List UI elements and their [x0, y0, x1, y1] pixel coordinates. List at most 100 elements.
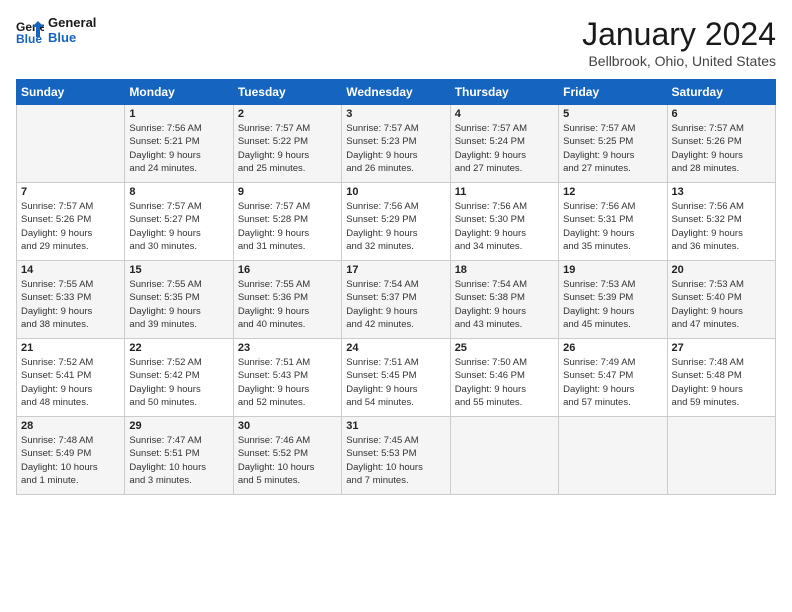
calendar-week-row: 14 Sunrise: 7:55 AM Sunset: 5:33 PM Dayli… — [17, 261, 776, 339]
calendar-cell — [667, 417, 775, 495]
day-detail: Sunrise: 7:55 AM Sunset: 5:35 PM Dayligh… — [129, 278, 228, 331]
calendar-cell: 11 Sunrise: 7:56 AM Sunset: 5:30 PM Dayli… — [450, 183, 558, 261]
day-detail: Sunrise: 7:57 AM Sunset: 5:25 PM Dayligh… — [563, 122, 662, 175]
day-detail: Sunrise: 7:52 AM Sunset: 5:42 PM Dayligh… — [129, 356, 228, 409]
day-number: 4 — [455, 108, 554, 120]
day-detail: Sunrise: 7:56 AM Sunset: 5:30 PM Dayligh… — [455, 200, 554, 253]
page-container: General Blue General Blue January 2024 B… — [0, 0, 792, 612]
day-number: 3 — [346, 108, 445, 120]
calendar-cell: 9 Sunrise: 7:57 AM Sunset: 5:28 PM Daylig… — [233, 183, 341, 261]
calendar-cell: 28 Sunrise: 7:48 AM Sunset: 5:49 PM Dayli… — [17, 417, 125, 495]
day-detail: Sunrise: 7:52 AM Sunset: 5:41 PM Dayligh… — [21, 356, 120, 409]
calendar-table: SundayMondayTuesdayWednesdayThursdayFrid… — [16, 79, 776, 495]
calendar-cell: 19 Sunrise: 7:53 AM Sunset: 5:39 PM Dayli… — [559, 261, 667, 339]
calendar-cell: 21 Sunrise: 7:52 AM Sunset: 5:41 PM Dayli… — [17, 339, 125, 417]
calendar-cell: 16 Sunrise: 7:55 AM Sunset: 5:36 PM Dayli… — [233, 261, 341, 339]
calendar-cell: 30 Sunrise: 7:46 AM Sunset: 5:52 PM Dayli… — [233, 417, 341, 495]
day-detail: Sunrise: 7:57 AM Sunset: 5:22 PM Dayligh… — [238, 122, 337, 175]
calendar-cell: 8 Sunrise: 7:57 AM Sunset: 5:27 PM Daylig… — [125, 183, 233, 261]
day-detail: Sunrise: 7:47 AM Sunset: 5:51 PM Dayligh… — [129, 434, 228, 487]
day-detail: Sunrise: 7:57 AM Sunset: 5:27 PM Dayligh… — [129, 200, 228, 253]
calendar-cell: 4Sunrise: 7:57 AM Sunset: 5:24 PM Daylig… — [450, 105, 558, 183]
day-number: 28 — [21, 420, 120, 432]
calendar-cell: 27 Sunrise: 7:48 AM Sunset: 5:48 PM Dayli… — [667, 339, 775, 417]
month-title: January 2024 — [582, 16, 776, 53]
day-detail: Sunrise: 7:54 AM Sunset: 5:37 PM Dayligh… — [346, 278, 445, 331]
day-number: 16 — [238, 264, 337, 276]
calendar-cell: 7Sunrise: 7:57 AM Sunset: 5:26 PM Daylig… — [17, 183, 125, 261]
calendar-cell: 14 Sunrise: 7:55 AM Sunset: 5:33 PM Dayli… — [17, 261, 125, 339]
day-detail: Sunrise: 7:46 AM Sunset: 5:52 PM Dayligh… — [238, 434, 337, 487]
calendar-cell: 25 Sunrise: 7:50 AM Sunset: 5:46 PM Dayli… — [450, 339, 558, 417]
day-number: 12 — [563, 186, 662, 198]
day-number: 18 — [455, 264, 554, 276]
calendar-cell: 20Sunrise: 7:53 AM Sunset: 5:40 PM Dayli… — [667, 261, 775, 339]
calendar-week-row: 21 Sunrise: 7:52 AM Sunset: 5:41 PM Dayli… — [17, 339, 776, 417]
calendar-cell: 24Sunrise: 7:51 AM Sunset: 5:45 PM Dayli… — [342, 339, 450, 417]
day-detail: Sunrise: 7:54 AM Sunset: 5:38 PM Dayligh… — [455, 278, 554, 331]
day-detail: Sunrise: 7:50 AM Sunset: 5:46 PM Dayligh… — [455, 356, 554, 409]
day-detail: Sunrise: 7:57 AM Sunset: 5:26 PM Dayligh… — [21, 200, 120, 253]
day-number: 5 — [563, 108, 662, 120]
calendar-week-row: 7Sunrise: 7:57 AM Sunset: 5:26 PM Daylig… — [17, 183, 776, 261]
day-detail: Sunrise: 7:56 AM Sunset: 5:29 PM Dayligh… — [346, 200, 445, 253]
day-number: 13 — [672, 186, 771, 198]
day-detail: Sunrise: 7:48 AM Sunset: 5:48 PM Dayligh… — [672, 356, 771, 409]
day-number: 23 — [238, 342, 337, 354]
day-number: 8 — [129, 186, 228, 198]
day-number: 26 — [563, 342, 662, 354]
title-block: January 2024 Bellbrook, Ohio, United Sta… — [582, 16, 776, 69]
day-number: 27 — [672, 342, 771, 354]
location: Bellbrook, Ohio, United States — [582, 53, 776, 69]
day-detail: Sunrise: 7:57 AM Sunset: 5:28 PM Dayligh… — [238, 200, 337, 253]
weekday-header: Monday — [125, 80, 233, 105]
day-number: 25 — [455, 342, 554, 354]
day-detail: Sunrise: 7:56 AM Sunset: 5:21 PM Dayligh… — [129, 122, 228, 175]
calendar-cell: 12 Sunrise: 7:56 AM Sunset: 5:31 PM Dayli… — [559, 183, 667, 261]
calendar-cell: 10Sunrise: 7:56 AM Sunset: 5:29 PM Dayli… — [342, 183, 450, 261]
day-number: 30 — [238, 420, 337, 432]
calendar-cell: 1Sunrise: 7:56 AM Sunset: 5:21 PM Daylig… — [125, 105, 233, 183]
day-detail: Sunrise: 7:56 AM Sunset: 5:32 PM Dayligh… — [672, 200, 771, 253]
day-detail: Sunrise: 7:56 AM Sunset: 5:31 PM Dayligh… — [563, 200, 662, 253]
weekday-header: Friday — [559, 80, 667, 105]
logo-line1: General — [48, 16, 96, 31]
day-detail: Sunrise: 7:55 AM Sunset: 5:33 PM Dayligh… — [21, 278, 120, 331]
calendar-cell: 15 Sunrise: 7:55 AM Sunset: 5:35 PM Dayli… — [125, 261, 233, 339]
day-number: 9 — [238, 186, 337, 198]
calendar-header-row: SundayMondayTuesdayWednesdayThursdayFrid… — [17, 80, 776, 105]
calendar-cell: 3 Sunrise: 7:57 AM Sunset: 5:23 PM Daylig… — [342, 105, 450, 183]
calendar-cell: 23Sunrise: 7:51 AM Sunset: 5:43 PM Dayli… — [233, 339, 341, 417]
day-detail: Sunrise: 7:51 AM Sunset: 5:45 PM Dayligh… — [346, 356, 445, 409]
weekday-header: Tuesday — [233, 80, 341, 105]
day-detail: Sunrise: 7:45 AM Sunset: 5:53 PM Dayligh… — [346, 434, 445, 487]
day-number: 21 — [21, 342, 120, 354]
calendar-cell: 17 Sunrise: 7:54 AM Sunset: 5:37 PM Dayli… — [342, 261, 450, 339]
weekday-header: Saturday — [667, 80, 775, 105]
day-detail: Sunrise: 7:53 AM Sunset: 5:39 PM Dayligh… — [563, 278, 662, 331]
day-detail: Sunrise: 7:49 AM Sunset: 5:47 PM Dayligh… — [563, 356, 662, 409]
calendar-body: 1Sunrise: 7:56 AM Sunset: 5:21 PM Daylig… — [17, 105, 776, 495]
day-number: 11 — [455, 186, 554, 198]
calendar-cell: 18 Sunrise: 7:54 AM Sunset: 5:38 PM Dayli… — [450, 261, 558, 339]
day-number: 14 — [21, 264, 120, 276]
calendar-cell: 22 Sunrise: 7:52 AM Sunset: 5:42 PM Dayli… — [125, 339, 233, 417]
day-number: 22 — [129, 342, 228, 354]
day-number: 2 — [238, 108, 337, 120]
calendar-cell: 29Sunrise: 7:47 AM Sunset: 5:51 PM Dayli… — [125, 417, 233, 495]
day-detail: Sunrise: 7:55 AM Sunset: 5:36 PM Dayligh… — [238, 278, 337, 331]
weekday-header: Wednesday — [342, 80, 450, 105]
calendar-cell: 5 Sunrise: 7:57 AM Sunset: 5:25 PM Daylig… — [559, 105, 667, 183]
header: General Blue General Blue January 2024 B… — [16, 16, 776, 69]
calendar-cell: 31Sunrise: 7:45 AM Sunset: 5:53 PM Dayli… — [342, 417, 450, 495]
day-detail: Sunrise: 7:48 AM Sunset: 5:49 PM Dayligh… — [21, 434, 120, 487]
calendar-cell — [17, 105, 125, 183]
day-number: 17 — [346, 264, 445, 276]
day-detail: Sunrise: 7:57 AM Sunset: 5:23 PM Dayligh… — [346, 122, 445, 175]
day-number: 15 — [129, 264, 228, 276]
weekday-header: Thursday — [450, 80, 558, 105]
day-number: 19 — [563, 264, 662, 276]
calendar-cell — [559, 417, 667, 495]
day-detail: Sunrise: 7:53 AM Sunset: 5:40 PM Dayligh… — [672, 278, 771, 331]
calendar-cell: 6Sunrise: 7:57 AM Sunset: 5:26 PM Daylig… — [667, 105, 775, 183]
